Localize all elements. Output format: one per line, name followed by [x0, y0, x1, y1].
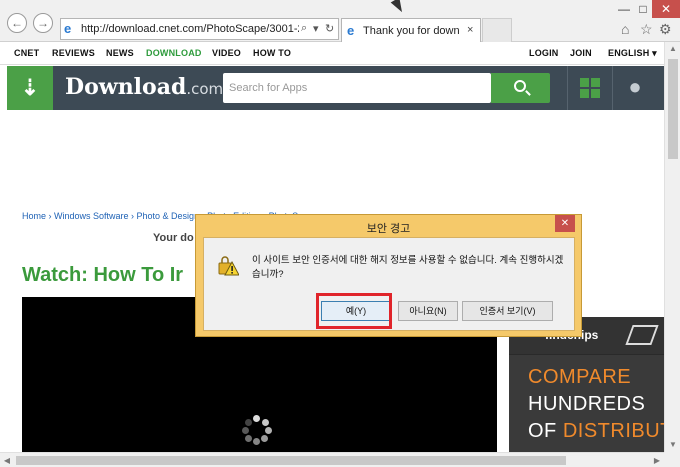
browser-tab[interactable]: e Thank you for downloadin... ×	[341, 18, 481, 42]
window-close-button[interactable]: ✕	[652, 0, 680, 18]
mac-platform-button[interactable]: ●	[612, 66, 656, 110]
site-header: ⇣ Download.com Search for Apps ●	[7, 66, 664, 110]
home-icon[interactable]: ⌂	[621, 21, 629, 37]
dialog-message: 이 사이트 보안 인증서에 대한 해지 정보를 사용할 수 없습니다. 계속 진…	[252, 255, 564, 280]
favorites-icon[interactable]: ☆	[640, 21, 653, 38]
windows-logo-icon	[580, 78, 600, 98]
settings-gear-icon[interactable]: ⚙	[659, 21, 672, 38]
nav-news[interactable]: NEWS	[106, 48, 134, 58]
language-select[interactable]: ENGLISH ▾	[608, 48, 657, 59]
address-bar[interactable]: e http://download.cnet.com/PhotoScape/30…	[60, 18, 339, 40]
no-button[interactable]: 아니요(N)	[398, 301, 458, 321]
tab-title: Thank you for downloadin...	[363, 25, 459, 37]
nav-video[interactable]: VIDEO	[212, 48, 241, 58]
nav-cnet[interactable]: CNET	[14, 48, 39, 58]
warning-lock-icon	[218, 256, 239, 276]
browser-chrome: ← → e http://download.cnet.com/PhotoScap…	[0, 0, 680, 42]
yes-button-highlight	[316, 293, 392, 329]
new-tab-button[interactable]	[482, 18, 512, 42]
ad-line-1: COMPARE	[528, 366, 632, 388]
login-link[interactable]: LOGIN	[529, 48, 559, 58]
ie-icon: e	[64, 21, 72, 36]
video-title: Watch: How To Ir	[22, 264, 184, 286]
download-logo-icon[interactable]: ⇣	[7, 66, 53, 110]
back-button[interactable]: ←	[7, 13, 27, 33]
maximize-button[interactable]: □	[634, 0, 652, 18]
advertisement[interactable]: findchips COMPARE HUNDREDS OF DISTRIBUT	[509, 317, 664, 452]
horizontal-scroll-thumb[interactable]	[16, 456, 566, 465]
search-icon[interactable]: ⌕	[301, 22, 307, 35]
ad-line-3: OF DISTRIBUT	[528, 420, 664, 442]
refresh-icon[interactable]: ↻	[325, 22, 334, 35]
search-button[interactable]	[491, 73, 550, 103]
minimize-button[interactable]: —	[614, 0, 634, 18]
scroll-up-icon[interactable]: ▲	[665, 42, 680, 56]
logo-text: Download	[65, 74, 187, 100]
dialog-title: 보안 경고	[366, 223, 411, 235]
vertical-scroll-thumb[interactable]	[668, 59, 678, 159]
horizontal-scrollbar[interactable]: ◀ ▶	[0, 452, 664, 467]
join-link[interactable]: JOIN	[570, 48, 592, 58]
dialog-close-button[interactable]: ✕	[555, 215, 575, 232]
ad-line-2: HUNDREDS	[528, 393, 646, 415]
scroll-right-icon[interactable]: ▶	[650, 453, 664, 467]
search-placeholder: Search for Apps	[229, 82, 308, 94]
top-navigation: CNET REVIEWS NEWS DOWNLOAD VIDEO HOW TO …	[0, 42, 664, 65]
url-text[interactable]: http://download.cnet.com/PhotoScape/3001…	[81, 23, 299, 35]
nav-how-to[interactable]: HOW TO	[253, 48, 291, 58]
chip-icon	[625, 325, 659, 345]
view-certificate-button[interactable]: 인증서 보기(V)	[462, 301, 553, 321]
tab-close-icon[interactable]: ×	[467, 24, 473, 36]
scroll-left-icon[interactable]: ◀	[0, 453, 14, 467]
scroll-down-icon[interactable]: ▼	[665, 438, 680, 452]
nav-download[interactable]: DOWNLOAD	[146, 48, 202, 58]
download-status-text: Your do	[153, 232, 194, 244]
scrollbar-corner	[664, 452, 680, 467]
apple-logo-icon: ●	[628, 74, 642, 99]
back-arrow-icon: ←	[11, 16, 23, 30]
mouse-cursor-icon	[390, 0, 407, 15]
dropdown-icon[interactable]: ▾	[313, 22, 319, 35]
forward-arrow-icon: →	[37, 16, 49, 30]
loading-spinner-icon	[242, 415, 272, 445]
site-logo[interactable]: Download.com	[65, 74, 223, 100]
search-input[interactable]: Search for Apps	[223, 73, 491, 103]
windows-platform-button[interactable]	[567, 66, 611, 110]
search-icon	[514, 80, 526, 92]
forward-button[interactable]: →	[33, 13, 53, 33]
logo-suffix: .com	[186, 80, 224, 98]
ie-icon: e	[347, 23, 355, 38]
vertical-scrollbar[interactable]: ▲ ▼	[664, 42, 680, 452]
nav-reviews[interactable]: REVIEWS	[52, 48, 95, 58]
